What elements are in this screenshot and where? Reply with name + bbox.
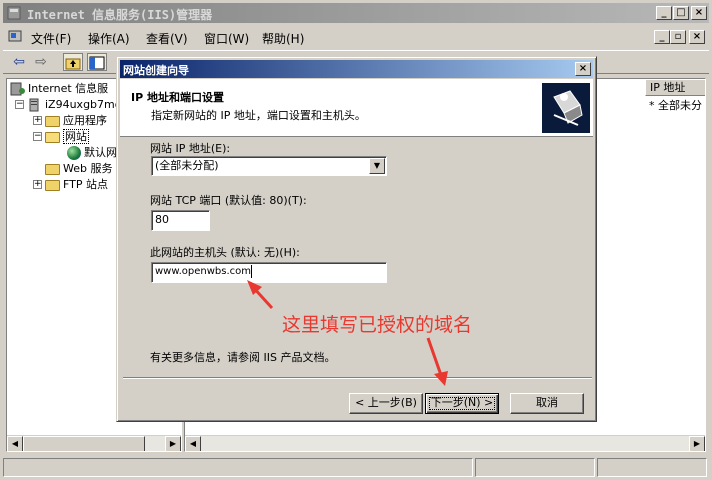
open-folder-icon <box>45 131 60 143</box>
more-info-text: 有关更多信息，请参阅 IIS 产品文档。 <box>150 351 336 364</box>
menubar: 文件(F) 操作(A) 查看(V) 窗口(W) 帮助(H) _ ▫ × <box>3 25 709 49</box>
tree-scroll-thumb[interactable] <box>23 436 145 451</box>
wizard-header-subtitle: 指定新网站的 IP 地址，端口设置和主机头。 <box>151 109 366 122</box>
menu-file[interactable]: 文件(F) <box>31 30 71 47</box>
show-hide-tree-icon[interactable] <box>87 53 107 71</box>
wizard-header-title: IP 地址和端口设置 <box>131 91 224 104</box>
forward-arrow-icon[interactable]: ⇨ <box>31 53 51 71</box>
tree-item-label: FTP 站点 <box>63 178 108 191</box>
tree-server[interactable]: iZ94uxgb7mo <box>27 97 121 113</box>
tree-hscrollbar[interactable]: ◀ ▶ <box>7 435 181 451</box>
host-header-value: www.openwbs.com <box>155 266 252 277</box>
server-icon <box>29 98 39 112</box>
mdi-minimize-button[interactable]: _ <box>654 30 670 44</box>
tree-item-ftp-sites[interactable]: FTP 站点 <box>45 177 108 193</box>
folder-icon <box>45 163 60 175</box>
tree-item-default-site[interactable]: 默认网 <box>67 145 117 161</box>
tree-item-app-pools[interactable]: 应用程序 <box>45 113 107 129</box>
status-cell-main <box>3 458 473 477</box>
server-collapse-toggle[interactable]: − <box>15 100 24 109</box>
column-header-ip[interactable]: IP 地址 <box>645 79 705 96</box>
wizard-close-button[interactable]: × <box>575 62 591 76</box>
folder-icon <box>45 115 60 127</box>
menu-action[interactable]: 操作(A) <box>88 30 130 47</box>
host-header-label: 此网站的主机头 (默认: 无)(H): <box>150 246 300 259</box>
mdi-close-button[interactable]: × <box>689 30 705 44</box>
wizard-book-icon <box>542 83 590 133</box>
ftp-expand-toggle[interactable]: + <box>33 180 42 189</box>
iis-app-icon <box>7 6 21 20</box>
folder-icon <box>45 179 60 191</box>
app-pools-expand-toggle[interactable]: + <box>33 116 42 125</box>
up-folder-icon[interactable] <box>63 53 83 71</box>
scroll-right-arrow-icon[interactable]: ▶ <box>689 436 705 451</box>
back-arrow-icon[interactable]: ⇦ <box>9 53 29 71</box>
website-globe-icon <box>67 146 81 160</box>
mdi-restore-button[interactable]: ▫ <box>670 30 686 44</box>
list-hscrollbar[interactable]: ◀ ▶ <box>185 435 705 451</box>
tree-server-label: iZ94uxgb7mo <box>45 98 122 111</box>
minimize-button[interactable]: _ <box>656 6 672 20</box>
website-creation-wizard: 网站创建向导 × IP 地址和端口设置 指定新网站的 IP 地址，端口设置和主机… <box>116 56 597 422</box>
tree-item-label: 默认网 <box>84 146 117 159</box>
menu-window[interactable]: 窗口(W) <box>204 30 249 47</box>
menu-view[interactable]: 查看(V) <box>146 30 188 47</box>
maximize-button[interactable]: □ <box>673 6 689 20</box>
status-cell-3 <box>597 458 707 477</box>
status-bar <box>3 458 709 477</box>
tree-item-websites[interactable]: 网站 <box>45 129 89 145</box>
next-button[interactable]: 下一步(N) > <box>425 393 499 414</box>
menu-help[interactable]: 帮助(H) <box>262 30 304 47</box>
tree-root-label: Internet 信息服 <box>28 82 109 95</box>
ip-address-value: (全部未分配) <box>155 159 219 172</box>
close-button[interactable]: × <box>691 6 707 20</box>
wizard-separator <box>123 377 592 379</box>
scroll-left-arrow-icon[interactable]: ◀ <box>185 436 201 451</box>
cancel-button[interactable]: 取消 <box>510 393 584 414</box>
text-cursor <box>251 264 253 278</box>
chevron-down-icon[interactable]: ▼ <box>369 158 385 174</box>
back-button[interactable]: < 上一步(B) <box>349 393 423 414</box>
annotation-text: 这里填写已授权的域名 <box>282 314 473 336</box>
scroll-left-arrow-icon[interactable]: ◀ <box>7 436 23 451</box>
tree-item-web-extensions[interactable]: Web 服务 <box>45 161 112 177</box>
tcp-port-label: 网站 TCP 端口 (默认值: 80)(T): <box>150 194 307 207</box>
wizard-title: 网站创建向导 <box>123 64 189 77</box>
tcp-port-input[interactable]: 80 <box>151 210 210 231</box>
status-cell-2 <box>475 458 595 477</box>
console-icon[interactable] <box>7 28 23 44</box>
ip-address-label: 网站 IP 地址(E): <box>150 142 231 155</box>
main-window-title: Internet 信息服务(IIS)管理器 <box>27 8 213 22</box>
host-header-input[interactable]: www.openwbs.com <box>151 262 387 283</box>
tree-root[interactable]: Internet 信息服 <box>10 81 108 97</box>
wizard-header: IP 地址和端口设置 指定新网站的 IP 地址，端口设置和主机头。 <box>120 79 593 137</box>
focus-rect <box>429 397 495 410</box>
ip-address-select[interactable]: (全部未分配) ▼ <box>151 156 387 176</box>
iis-root-icon <box>10 82 25 96</box>
tree-item-label: 应用程序 <box>63 114 107 127</box>
main-titlebar[interactable]: Internet 信息服务(IIS)管理器 _ □ × <box>3 3 709 23</box>
tree-item-label: Web 服务 <box>63 162 113 175</box>
wizard-titlebar[interactable]: 网站创建向导 × <box>120 60 593 78</box>
ip-cell: * 全部未分 <box>649 99 702 112</box>
scroll-right-arrow-icon[interactable]: ▶ <box>165 436 181 451</box>
websites-collapse-toggle[interactable]: − <box>33 132 42 141</box>
tree-item-label: 网站 <box>63 129 89 144</box>
